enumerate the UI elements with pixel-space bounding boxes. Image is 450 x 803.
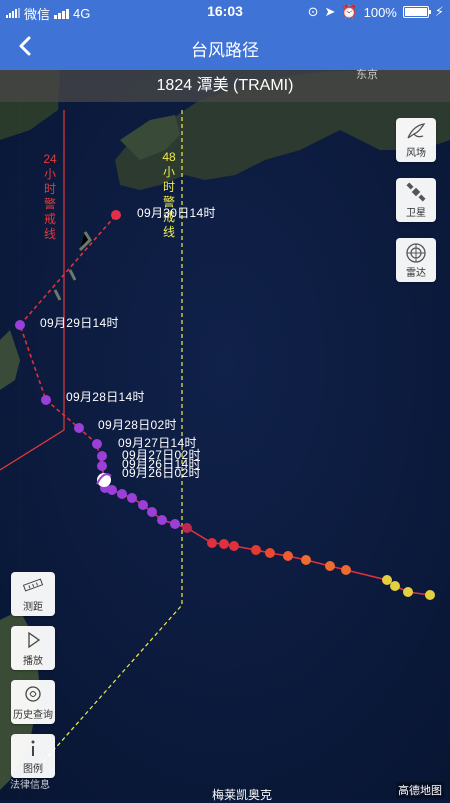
legend-button[interactable]: 图例 [11,734,55,778]
track-time-label: 09月28日02时 [98,418,177,432]
track-point[interactable] [425,590,435,600]
radar-icon [396,238,436,268]
track-point[interactable] [138,500,148,510]
track-point[interactable] [403,587,413,597]
radar-button[interactable]: 雷达 [396,238,436,282]
track-point[interactable] [207,538,217,548]
page-title: 台风路径 [191,41,259,60]
track-time-label: 09月26日02时 [122,466,201,480]
track-point[interactable] [219,539,229,549]
typhoon-map[interactable] [0,70,450,800]
track-point[interactable] [390,581,400,591]
measure-distance-button[interactable]: 测距 [11,572,55,616]
info-icon [11,734,55,764]
track-time-label: 09月29日14时 [40,316,119,330]
history-icon [11,680,55,710]
track-time-label: 09月30日14时 [137,206,216,220]
track-point[interactable] [147,507,157,517]
track-point[interactable] [41,395,51,405]
track-point[interactable] [117,489,127,499]
city-label: 梅莱凯奥克 [212,788,273,802]
status-right: ⊙ ➤ ⏰ 100% ⚡ [308,4,444,20]
warning-label-24h: 24小时警戒线 [43,152,57,241]
rotation-lock-icon: ⊙ [307,4,319,19]
status-bar: 微信 4G 16:03 ⊙ ➤ ⏰ 100% ⚡ [0,0,450,24]
track-point[interactable] [341,565,351,575]
measure-distance-label: 测距 [23,602,43,613]
track-point[interactable] [229,541,239,551]
radar-label: 雷达 [406,268,426,279]
track-point[interactable] [127,493,137,503]
location-icon: ➤ [324,4,336,19]
satellite-label: 卫星 [406,208,426,219]
play-icon [11,626,55,656]
track-point[interactable] [97,461,107,471]
track-point[interactable] [74,423,84,433]
play-button[interactable]: 播放 [11,626,55,670]
history-query-label: 历史查询 [13,710,53,721]
wind-field-button[interactable]: 风场 [396,118,436,162]
track-point[interactable] [283,551,293,561]
charging-icon: ⚡ [434,4,444,19]
track-point[interactable] [251,545,261,555]
track-point[interactable] [15,320,25,330]
warning-label-48h: 48小时警戒线 [162,150,176,239]
map-provider-logo: 高德地图 [396,782,444,798]
satellite-button[interactable]: 卫星 [396,178,436,222]
history-query-button[interactable]: 历史查询 [11,680,55,724]
track-point[interactable] [92,439,102,449]
battery-icon [402,6,431,18]
track-point[interactable] [265,548,275,558]
battery-text: 100% [363,4,397,20]
track-point[interactable] [301,555,311,565]
play-label: 播放 [23,656,43,667]
satellite-icon [396,178,436,208]
track-point[interactable] [97,451,107,461]
track-point[interactable] [157,515,167,525]
city-label: 东京 [356,69,378,81]
track-time-label: 09月28日14时 [66,390,145,404]
track-point[interactable] [325,561,335,571]
ruler-icon [11,572,55,602]
nav-bar: 台风路径 [0,24,450,70]
track-point[interactable] [382,575,392,585]
typhoon-name-bar: 1824 潭美 (TRAMI) [0,70,450,102]
track-point[interactable] [170,519,180,529]
wind-field-icon [396,118,436,148]
legal-info-link[interactable]: 法律信息 [10,776,50,791]
alarm-icon: ⏰ [341,4,358,19]
track-point[interactable] [111,210,121,220]
track-point[interactable] [182,523,192,533]
wind-field-label: 风场 [406,148,426,159]
legend-label: 图例 [23,764,43,775]
typhoon-current-icon[interactable] [96,473,112,487]
